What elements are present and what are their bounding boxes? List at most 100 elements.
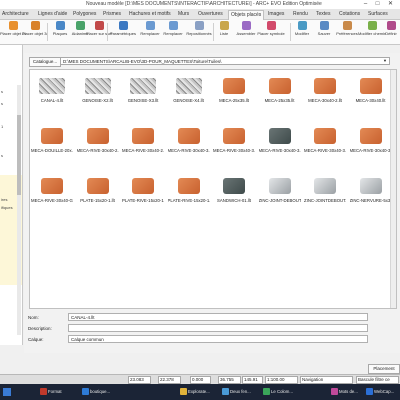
angle-field[interactable]: 145.91 — [242, 376, 263, 384]
name-field[interactable]: CANAL-4.llt — [68, 313, 368, 321]
catalogue-button[interactable]: Catalogue... — [29, 57, 61, 67]
object-thumbnail[interactable]: MECA-RIVE-30x40-3... — [168, 124, 210, 160]
mode-select[interactable]: Navigation — [300, 376, 353, 384]
maximize-button[interactable]: □ — [372, 0, 383, 9]
tile-shape — [130, 78, 156, 94]
tab-hachures[interactable]: Hachures et motifs — [127, 10, 173, 19]
object-preview-image — [129, 124, 157, 148]
place-surface-icon — [94, 21, 104, 30]
app-icon — [82, 388, 89, 396]
object-thumbnail[interactable]: MECA-30x40.llt — [350, 74, 392, 110]
object-thumbnail[interactable]: SANDWICH-01.llt — [213, 174, 255, 210]
tab-prismes[interactable]: Prismes — [101, 10, 123, 19]
object-thumbnail[interactable]: PLATE-15x20-1.llt — [77, 174, 119, 210]
object-thumbnail[interactable]: MECA-RIVE-30x40-3... — [304, 124, 346, 160]
tab-objets-places[interactable]: Objets placés — [228, 10, 265, 20]
minimize-button[interactable]: – — [360, 0, 371, 9]
object-thumbnail[interactable]: MECA-RIVE-30x40-2... — [122, 124, 164, 160]
object-thumbnail[interactable]: GENOISE-X4.llt — [168, 74, 210, 110]
object-thumbnail[interactable]: MECA-RIVE-30x40-3... — [213, 124, 255, 160]
object-thumbnail[interactable]: MECA-RIVE-30x40-G.llt — [31, 174, 73, 210]
object-thumbnail[interactable]: MECA-RIVE-30x40-3... — [259, 124, 301, 160]
folder-icon — [180, 388, 187, 396]
tab-rendu[interactable]: Rendu — [291, 10, 310, 19]
placement-button[interactable]: Placement — [368, 364, 400, 374]
object-thumbnail[interactable]: PLATE-RIVE-15x20-1... — [122, 174, 164, 210]
define-button[interactable]: Définir — [382, 21, 400, 43]
taskbar-item[interactable]: Format — [40, 387, 62, 397]
object-filename: MECA-RIVE-30x40-3... — [349, 148, 392, 153]
taskbar-item[interactable]: Explorate... — [180, 387, 210, 397]
app-icon — [366, 388, 373, 396]
object-thumbnail[interactable]: ZINC-NERVURE-5x3.llt — [350, 174, 392, 210]
object-filename: ZINC-JOINT-DEBOUT... — [258, 198, 301, 203]
place-symbol-button[interactable]: Placer symbole — [256, 21, 286, 43]
place-2d-icon — [8, 21, 18, 30]
object-thumbnail[interactable]: GENOISE-X2.llt — [77, 74, 119, 110]
reposition-button[interactable]: Repositionnés — [184, 21, 214, 43]
object-filename: MECA-RIVE-30x40-2... — [122, 148, 164, 153]
y-coordinate-field[interactable]: 22.378 — [158, 376, 181, 384]
assemble-icon — [241, 21, 251, 30]
chevron-down-icon[interactable]: ▼ — [383, 58, 387, 63]
object-preview-image — [129, 74, 157, 98]
panel-scrollbar-thumb[interactable] — [17, 115, 21, 195]
tab-textes[interactable]: Textes — [314, 10, 332, 19]
grid-scrollbar[interactable] — [390, 70, 396, 308]
object-preview-image — [311, 124, 339, 148]
x-coordinate-field[interactable]: 23.083 — [128, 376, 151, 384]
tile-shape — [359, 128, 382, 144]
description-field[interactable] — [68, 324, 368, 332]
replace-icon — [145, 21, 155, 30]
taskbar-item[interactable]: Mots de... — [331, 387, 358, 397]
scale-select[interactable]: 1:100.00 — [265, 376, 298, 384]
object-thumbnail[interactable]: MECA-RIVE-30x40-3... — [350, 124, 392, 160]
object-thumbnail[interactable]: GENOISE-X3.llt — [122, 74, 164, 110]
layer-field[interactable]: Calque commun — [68, 335, 368, 343]
parametric-button[interactable]: Paramétriques — [108, 21, 138, 43]
close-button[interactable]: ✕ — [385, 0, 396, 9]
tile-shape — [223, 78, 245, 94]
tile-shape — [314, 178, 336, 194]
start-icon[interactable] — [3, 388, 11, 396]
object-thumbnail[interactable]: ZINC-JOINTDEBOUT... — [304, 174, 346, 210]
tab-surfaces[interactable]: Surfaces — [366, 10, 390, 19]
panel-text: s — [1, 101, 3, 106]
object-thumbnail[interactable]: MECA-DOUILLE-20x... — [31, 124, 73, 160]
object-preview-image — [175, 74, 203, 98]
tile-shape — [132, 128, 154, 144]
object-filename: MECA-RIVE-30x40-G.llt — [31, 198, 73, 203]
place-3d-object-button[interactable]: Placer objet 3d — [22, 21, 48, 43]
app-icon — [222, 388, 229, 396]
tab-lignes-aide[interactable]: Lignes d'aide — [36, 10, 69, 19]
status-bar: 23.083 22.378 0.000 36.755 145.91 1:100.… — [0, 374, 400, 384]
preferences-button[interactable]: Préférences — [334, 21, 360, 43]
length-field[interactable]: 36.755 — [218, 376, 241, 384]
ribbon-tabs: Architecture Lignes d'aide Polygones Pri… — [0, 9, 400, 20]
tab-polygones[interactable]: Polygones — [71, 10, 98, 19]
object-thumbnail[interactable]: ZINC-JOINT-DEBOUT... — [259, 174, 301, 210]
object-thumbnail[interactable]: MECA-30x40-2.llt — [304, 74, 346, 110]
left-side-panel: s s 1 s ires ifiques — [0, 45, 23, 345]
replace-button-2[interactable]: Remplacer — [160, 21, 186, 43]
object-thumbnail[interactable]: MECA-RIVE-30x40-2... — [77, 124, 119, 160]
object-thumbnail[interactable]: MECA-25x35.llt — [213, 74, 255, 110]
tile-shape — [86, 128, 109, 144]
tab-images[interactable]: Images — [266, 10, 286, 19]
object-thumbnail[interactable]: MECA-25x35.llt — [259, 74, 301, 110]
taskbar-item[interactable]: boutique... — [82, 387, 110, 397]
taskbar-item[interactable]: WebCap... — [366, 387, 394, 397]
z-coordinate-field[interactable]: 0.000 — [190, 376, 211, 384]
tile-shape — [223, 128, 245, 144]
object-thumbnail[interactable]: CANAL-4.llt — [31, 74, 73, 110]
library-path-select[interactable]: D:\MES DOCUMENTS\ARCALIB-EVO\3D-POUR_MAQ… — [60, 57, 390, 65]
bascule-select[interactable]: Bascule filtre ce — [356, 376, 399, 384]
tab-cotations[interactable]: Cotations — [337, 10, 362, 19]
tab-architecture[interactable]: Architecture — [0, 10, 31, 19]
object-filename: MECA-RIVE-30x40-3... — [213, 148, 255, 153]
object-thumbnail[interactable]: PLATE-RIVE-15x20-1... — [168, 174, 210, 210]
taskbar-item[interactable]: Le Colom... — [263, 387, 293, 397]
tab-ouvertures[interactable]: Ouvertures — [196, 10, 225, 19]
tab-murs[interactable]: Murs — [176, 10, 191, 19]
taskbar-item[interactable]: Deux fen... — [222, 387, 251, 397]
